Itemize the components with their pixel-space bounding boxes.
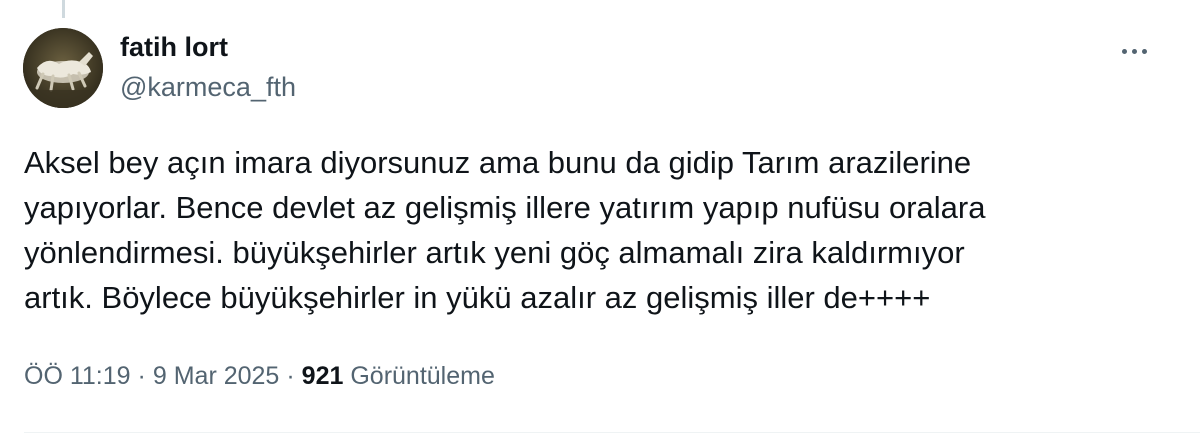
ellipsis-icon-dot [1141, 48, 1147, 54]
meta-separator: · [137, 362, 146, 390]
author-name[interactable]: fatih lort [120, 32, 228, 63]
ellipsis-icon [1121, 48, 1127, 54]
tweet-time[interactable]: ÖÖ 11:19 [24, 362, 131, 390]
avatar-image [23, 28, 103, 108]
tweet-text: Aksel bey açın imara diyorsunuz ama bunu… [24, 145, 986, 315]
ellipsis-icon-dot [1131, 48, 1137, 54]
more-options-button[interactable] [1112, 36, 1156, 66]
tweet-date[interactable]: 9 Mar 2025 [153, 362, 279, 390]
tweet-meta: ÖÖ 11:19 · 9 Mar 2025 · 921 Görüntüleme [24, 362, 495, 391]
thread-connector-line [62, 0, 65, 18]
meta-separator: · [286, 362, 295, 390]
avatar[interactable] [23, 28, 103, 108]
views-label: Görüntüleme [350, 362, 495, 390]
author-handle[interactable]: @karmeca_fth [120, 72, 296, 103]
views-count[interactable]: 921 [302, 362, 344, 390]
divider [24, 432, 1200, 433]
